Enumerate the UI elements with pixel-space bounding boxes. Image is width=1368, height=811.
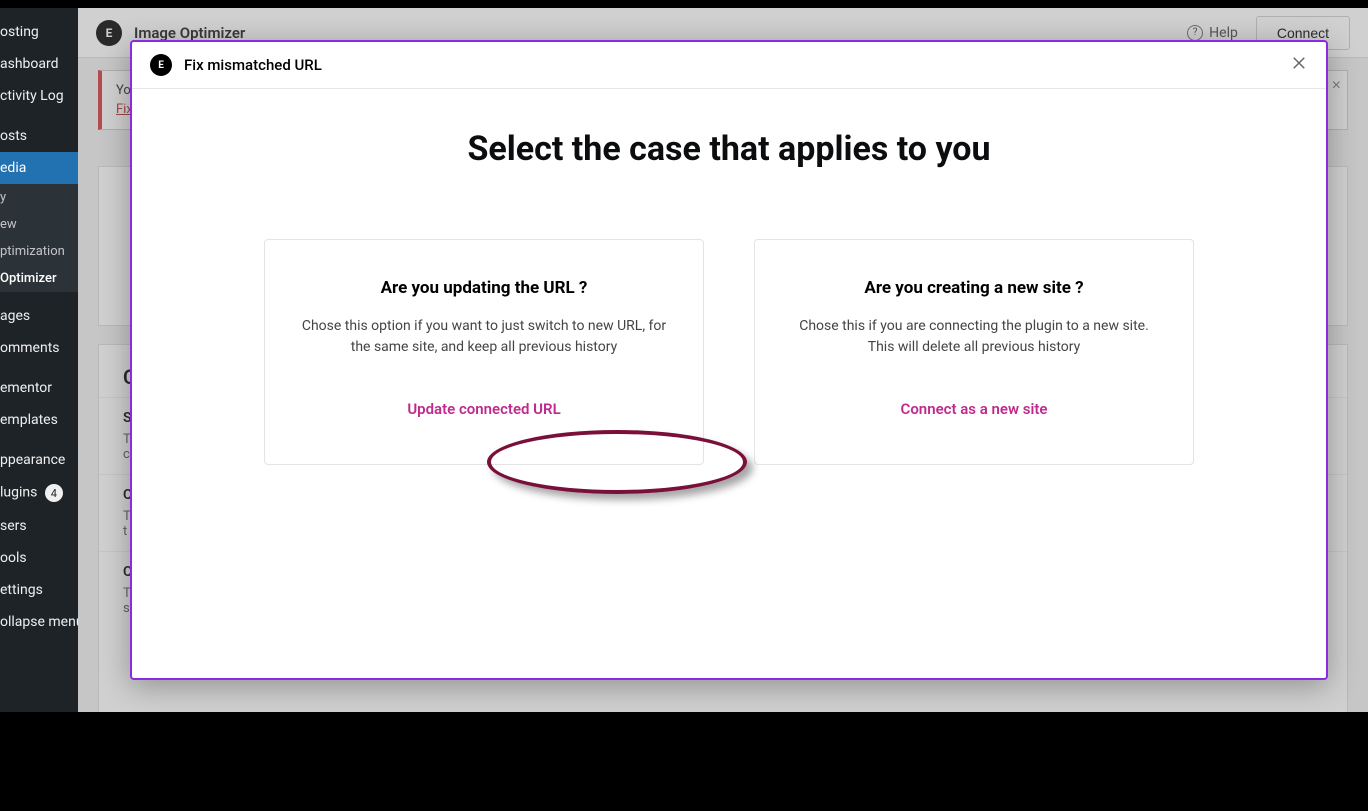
card-desc: Chose this option if you want to just sw… xyxy=(301,316,667,358)
sidebar-item-users[interactable]: sers xyxy=(0,510,78,542)
card-desc: Chose this if you are connecting the plu… xyxy=(791,316,1157,358)
sidebar-item-hosting[interactable]: osting xyxy=(0,16,78,48)
admin-sidebar: osting ashboard ctivity Log osts edia y … xyxy=(0,8,78,712)
sidebar-item-media[interactable]: edia xyxy=(0,152,78,184)
sidebar-item-elementor[interactable]: ementor xyxy=(0,372,78,404)
modal-close-button[interactable] xyxy=(1290,54,1308,76)
connect-new-site-link[interactable]: Connect as a new site xyxy=(887,392,1062,426)
close-icon xyxy=(1290,54,1308,72)
card-new-site: Are you creating a new site ? Chose this… xyxy=(754,239,1194,465)
sidebar-item-comments[interactable]: omments xyxy=(0,332,78,364)
card-title: Are you updating the URL ? xyxy=(301,278,667,298)
sidebar-item-templates[interactable]: emplates xyxy=(0,404,78,436)
sidebar-sub-optimization[interactable]: ptimization xyxy=(0,238,78,265)
card-update-url: Are you updating the URL ? Chose this op… xyxy=(264,239,704,465)
sidebar-item-collapse[interactable]: ollapse menu xyxy=(0,606,78,638)
sidebar-item-plugins[interactable]: lugins 4 xyxy=(0,476,78,510)
modal-cards: Are you updating the URL ? Chose this op… xyxy=(192,239,1266,465)
plugins-count-badge: 4 xyxy=(45,484,63,502)
fix-url-modal: E Fix mismatched URL Select the case tha… xyxy=(130,40,1328,680)
modal-header: E Fix mismatched URL xyxy=(132,42,1326,89)
top-black-bar xyxy=(0,0,1368,8)
sidebar-item-label: lugins xyxy=(0,485,37,501)
modal-body: Select the case that applies to you Are … xyxy=(132,89,1326,678)
sidebar-sub-new[interactable]: ew xyxy=(0,211,78,238)
update-connected-url-link[interactable]: Update connected URL xyxy=(393,392,574,426)
modal-heading: Select the case that applies to you xyxy=(192,129,1266,169)
sidebar-item-appearance[interactable]: ppearance xyxy=(0,444,78,476)
elementor-logo-icon: E xyxy=(150,54,172,76)
bottom-black-bar xyxy=(0,712,1368,811)
sidebar-item-activity-log[interactable]: ctivity Log xyxy=(0,80,78,112)
sidebar-sub-library[interactable]: y xyxy=(0,184,78,211)
sidebar-item-posts[interactable]: osts xyxy=(0,120,78,152)
sidebar-item-dashboard[interactable]: ashboard xyxy=(0,48,78,80)
sidebar-item-pages[interactable]: ages xyxy=(0,300,78,332)
sidebar-item-settings[interactable]: ettings xyxy=(0,574,78,606)
sidebar-sub-optimizer[interactable]: Optimizer xyxy=(0,265,78,292)
card-title: Are you creating a new site ? xyxy=(791,278,1157,298)
sidebar-item-tools[interactable]: ools xyxy=(0,542,78,574)
modal-title: Fix mismatched URL xyxy=(184,56,322,74)
